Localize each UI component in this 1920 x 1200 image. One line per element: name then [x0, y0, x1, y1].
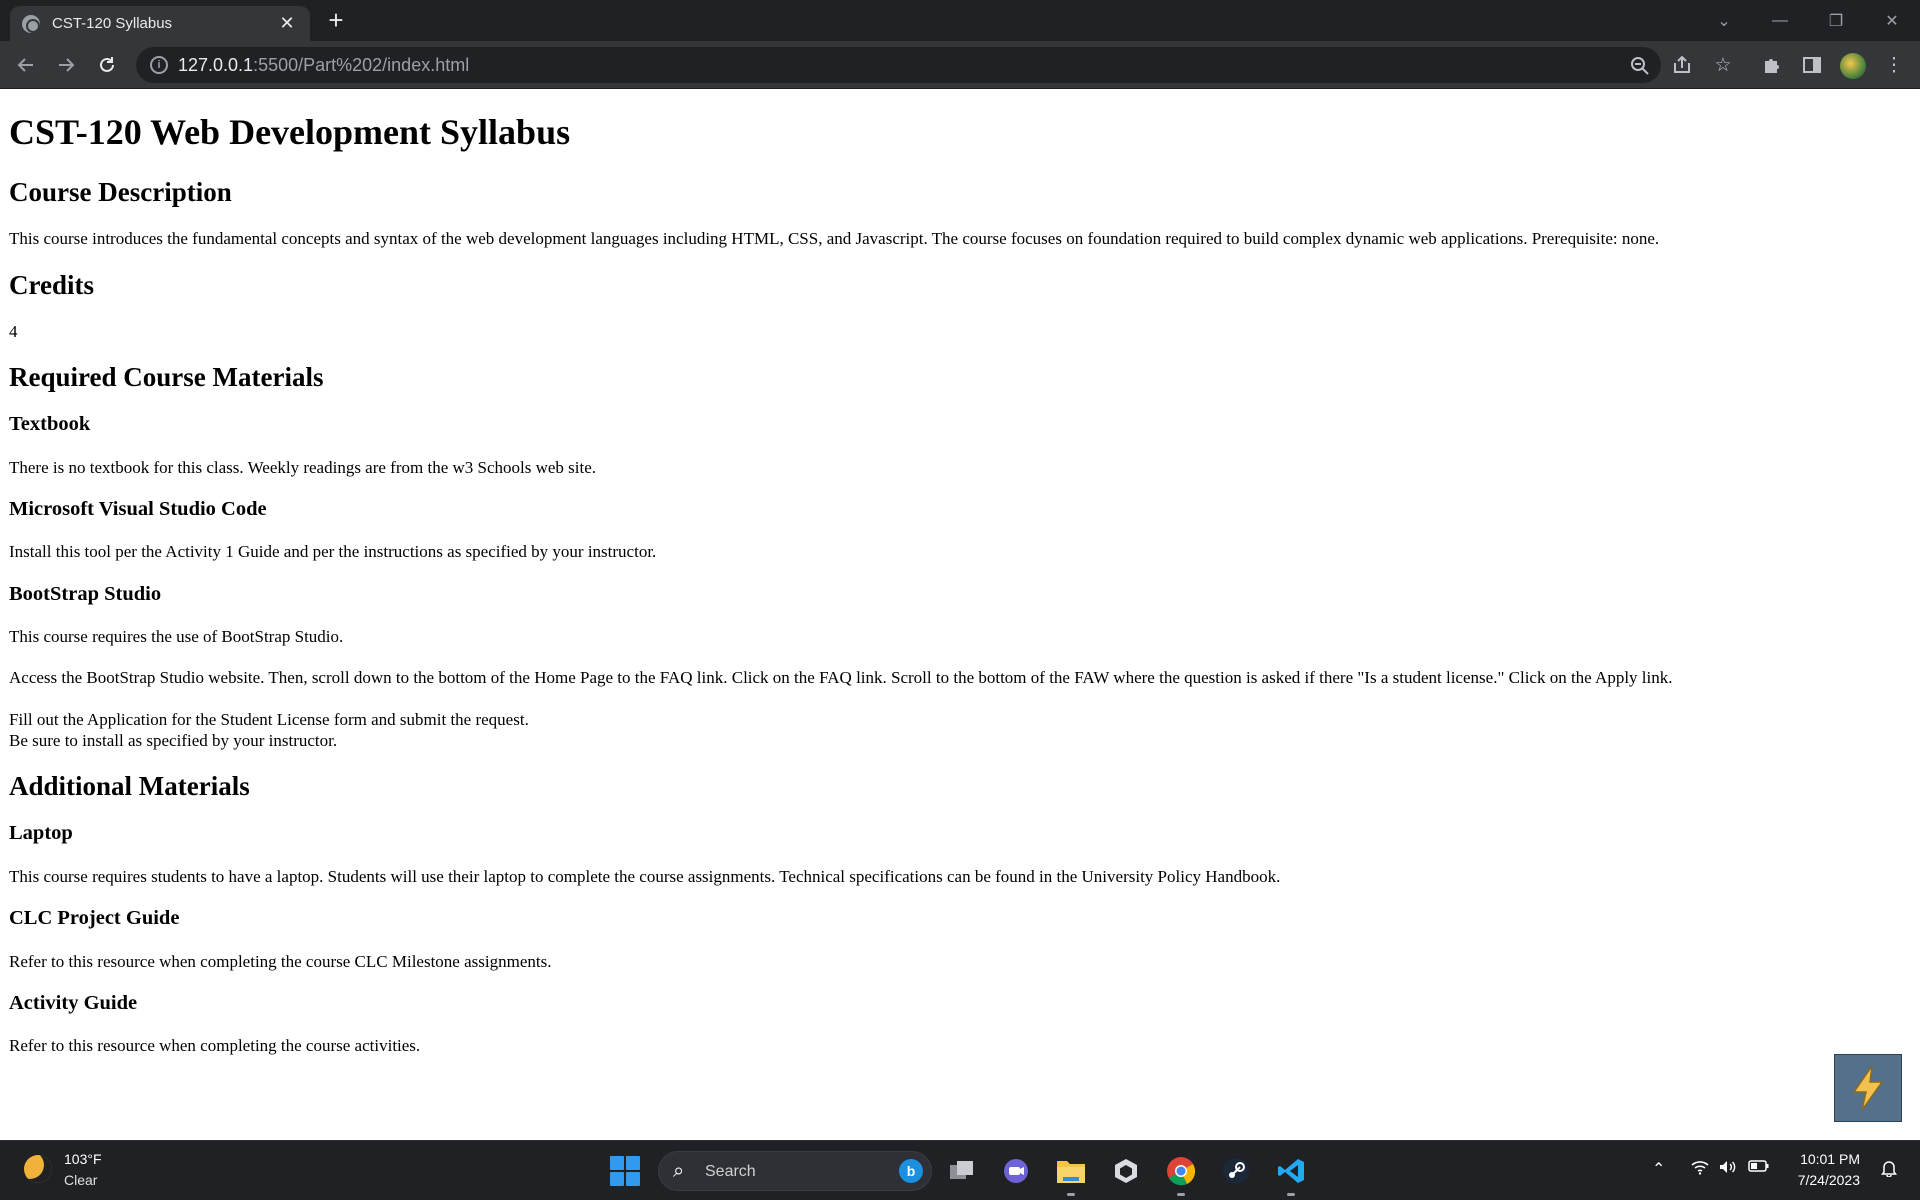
search-label: Search [705, 1163, 756, 1180]
running-indicator [1177, 1193, 1185, 1196]
moon-icon[interactable] [24, 1155, 52, 1183]
search-icon: ⌕ [673, 1160, 685, 1182]
vscode-icon[interactable] [1274, 1154, 1308, 1196]
page-title: CST-120 Web Development Syllabus [9, 112, 571, 152]
clc-heading: CLC Project Guide [9, 907, 180, 930]
forward-button[interactable] [50, 49, 82, 81]
close-tab-icon[interactable]: ✕ [276, 13, 298, 34]
task-view-icon[interactable] [945, 1154, 979, 1188]
minimize-button[interactable]: — [1752, 0, 1808, 41]
close-window-button[interactable]: ✕ [1864, 0, 1920, 41]
url-host: 127.0.0.1 [178, 55, 254, 75]
globe-icon [22, 14, 40, 33]
battery-icon[interactable] [1748, 1159, 1770, 1178]
bootstrap-text-3-line1: Fill out the Application for the Student… [9, 709, 529, 729]
volume-icon[interactable] [1718, 1159, 1738, 1180]
reload-icon [100, 57, 114, 72]
chrome-icon[interactable] [1164, 1154, 1198, 1196]
wifi-icon[interactable] [1690, 1159, 1710, 1180]
taskbar-search[interactable]: ⌕ Search b [658, 1151, 932, 1191]
kebab-menu-icon[interactable]: ⋮ [1880, 51, 1908, 79]
star-icon[interactable]: ☆ [1709, 51, 1737, 79]
clock-date[interactable]: 7/24/2023 [1786, 1172, 1860, 1188]
tab-title: CST-120 Syllabus [52, 15, 173, 32]
url-text[interactable]: 127.0.0.1:5500/Part%202/index.html [178, 55, 469, 76]
bootstrap-heading: BootStrap Studio [9, 582, 162, 605]
browser-titlebar: CST-120 Syllabus ✕ + ⌄ — ❐ ✕ [0, 0, 1920, 41]
textbook-text: There is no textbook for this class. Wee… [9, 457, 597, 477]
clc-text: Refer to this resource when completing t… [9, 951, 552, 971]
browser-toolbar: i 127.0.0.1:5500/Part%202/index.html ☆ ⋮ [0, 41, 1920, 89]
window-controls: ⌄ — ❐ ✕ [1696, 0, 1920, 41]
course-description-text: This course introduces the fundamental c… [9, 229, 1660, 249]
windows-start-icon[interactable] [610, 1156, 640, 1186]
steam-icon[interactable] [1219, 1154, 1253, 1188]
running-indicator [1287, 1193, 1295, 1196]
tab-search-icon[interactable]: ⌄ [1696, 0, 1752, 41]
reload-button[interactable] [91, 49, 123, 81]
notification-bell-icon[interactable] [1880, 1159, 1898, 1182]
credits-value: 4 [9, 321, 18, 341]
arrow-left-icon [17, 58, 33, 72]
site-info-icon[interactable]: i [150, 56, 168, 74]
lightning-extension-icon[interactable] [1834, 1054, 1902, 1122]
page-content: CST-120 Web Development Syllabus Course … [0, 90, 1920, 1140]
vscode-text: Install this tool per the Activity 1 Gui… [9, 542, 657, 562]
course-description-heading: Course Description [9, 177, 232, 208]
required-materials-heading: Required Course Materials [9, 361, 324, 392]
back-button[interactable] [10, 49, 42, 81]
teams-chat-icon[interactable] [999, 1154, 1033, 1188]
weather-desc[interactable]: Clear [64, 1172, 97, 1188]
restore-button[interactable]: ❐ [1808, 0, 1864, 41]
side-panel-icon[interactable] [1798, 51, 1826, 79]
file-explorer-icon[interactable] [1054, 1154, 1088, 1196]
arrow-right-icon [59, 58, 75, 72]
chevron-up-icon[interactable]: ⌃ [1652, 1159, 1665, 1179]
bing-icon[interactable]: b [899, 1159, 923, 1183]
zoom-out-icon[interactable] [1627, 53, 1653, 79]
address-bar[interactable]: i 127.0.0.1:5500/Part%202/index.html [136, 47, 1661, 83]
clock-time[interactable]: 10:01 PM [1796, 1151, 1860, 1167]
bootstrap-text-3-line2: Be sure to install as specified by your … [9, 730, 338, 750]
bootstrap-text-1: This course requires the use of BootStra… [9, 627, 344, 647]
share-icon[interactable] [1668, 51, 1696, 79]
credits-heading: Credits [9, 269, 94, 300]
taskbar: 103°F Clear ⌕ Search b ⌃ 10:01 PM 7/24/2… [0, 1140, 1920, 1200]
profile-avatar[interactable] [1840, 53, 1866, 79]
additional-materials-heading: Additional Materials [9, 771, 250, 802]
running-indicator [1067, 1193, 1075, 1196]
unity-hub-icon[interactable] [1109, 1154, 1143, 1188]
puzzle-icon[interactable] [1758, 51, 1786, 79]
laptop-heading: Laptop [9, 822, 73, 845]
laptop-text: This course requires students to have a … [9, 866, 1281, 886]
url-path: :5500/Part%202/index.html [253, 55, 470, 75]
textbook-heading: Textbook [9, 413, 91, 436]
activity-text: Refer to this resource when completing t… [9, 1036, 421, 1056]
activity-heading: Activity Guide [9, 991, 138, 1014]
new-tab-button[interactable]: + [322, 7, 350, 34]
vscode-heading: Microsoft Visual Studio Code [9, 497, 267, 520]
browser-tab-active[interactable]: CST-120 Syllabus ✕ [10, 6, 310, 41]
weather-temp[interactable]: 103°F [64, 1151, 102, 1167]
bootstrap-text-2: Access the BootStrap Studio website. The… [9, 668, 1673, 688]
bootstrap-text-3: Fill out the Application for the Student… [9, 709, 1911, 752]
